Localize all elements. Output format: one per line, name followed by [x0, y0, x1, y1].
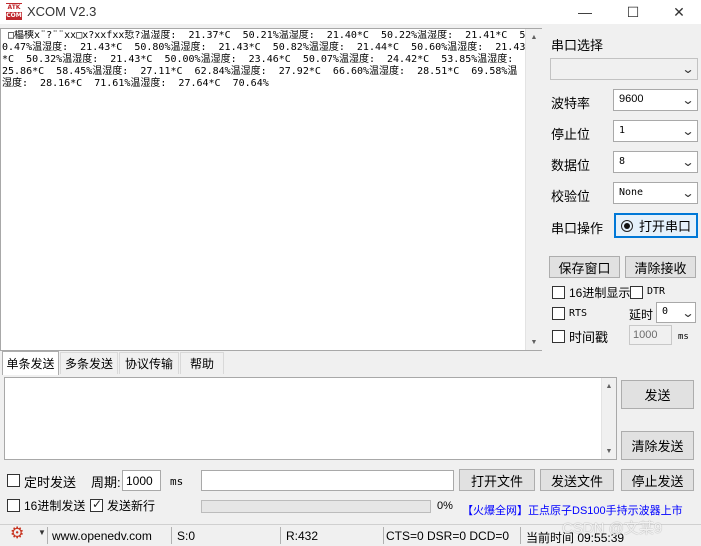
tab-multi-send[interactable]: 多条发送 — [60, 352, 118, 374]
website-link[interactable]: www.openedv.com — [52, 529, 152, 543]
close-icon: ✕ — [673, 3, 685, 20]
operation-label: 串口操作 — [551, 221, 604, 236]
open-file-button[interactable]: 打开文件 — [459, 469, 535, 491]
clear-receive-button[interactable]: 清除接收 — [625, 256, 696, 278]
rts-label: RTS — [569, 308, 588, 319]
timestamp-input[interactable]: 1000 — [629, 325, 672, 345]
maximize-button[interactable]: ☐ — [610, 0, 656, 24]
hex-send-label: 16进制发送 — [24, 499, 86, 513]
chevron-down-icon: ⌄ — [681, 93, 695, 107]
file-path-input[interactable] — [201, 470, 454, 491]
save-window-button[interactable]: 保存窗口 — [549, 256, 620, 278]
timed-send-label: 定时发送 — [24, 475, 77, 490]
parity-value: None — [619, 187, 644, 198]
send-button[interactable]: 发送 — [621, 380, 694, 409]
minimize-icon: — — [578, 4, 592, 20]
baud-value: 9600 — [619, 93, 644, 105]
tab-help[interactable]: 帮助 — [180, 352, 224, 374]
clear-send-button[interactable]: 清除发送 — [621, 431, 694, 460]
newline-checkbox[interactable] — [90, 497, 103, 512]
port-select[interactable]: ⌄ — [550, 58, 698, 80]
watermark: CSDN @文某9 — [562, 520, 663, 537]
tab-protocol[interactable]: 协议传输 — [119, 352, 179, 374]
period-value: 1000 — [126, 474, 153, 488]
maximize-icon: ☐ — [626, 3, 640, 20]
progress-text: 0% — [437, 500, 453, 512]
period-label: 周期: — [91, 475, 121, 490]
timed-send-checkbox[interactable] — [7, 474, 20, 487]
chevron-down-icon: ⌄ — [681, 186, 695, 200]
minimize-button[interactable]: — — [562, 0, 608, 24]
hex-send-checkbox[interactable] — [7, 499, 20, 512]
sent-count: S:0 — [177, 529, 196, 543]
stop-send-button[interactable]: 停止发送 — [621, 469, 694, 491]
ad-link[interactable]: 【火爆全网】正点原子DS100手持示波器上市 — [462, 502, 683, 518]
status-bar: ⚙ ▼ www.openedv.com S:0 R:432 CTS=0 DSR=… — [0, 520, 701, 545]
chevron-down-icon: ⌄ — [681, 155, 695, 169]
open-port-button[interactable]: 打开串口 — [614, 213, 698, 238]
dtr-checkbox[interactable] — [630, 286, 643, 299]
chevron-down-icon: ⌄ — [681, 306, 695, 320]
send-file-button[interactable]: 发送文件 — [540, 469, 614, 491]
scroll-down-icon[interactable]: ▼ — [526, 334, 542, 350]
dtr-label: DTR — [647, 286, 666, 297]
stopbits-select[interactable]: 1 ⌄ — [613, 120, 698, 142]
delay-value: 0 — [662, 306, 669, 317]
hex-display-checkbox[interactable] — [552, 286, 565, 299]
delay-select[interactable]: 0 ⌄ — [656, 302, 696, 323]
radio-button-icon — [620, 219, 633, 232]
timestamp-checkbox[interactable] — [552, 330, 565, 343]
parity-select[interactable]: None ⌄ — [613, 182, 698, 204]
scroll-up-icon[interactable]: ▲ — [526, 29, 542, 45]
databits-select[interactable]: 8 ⌄ — [613, 151, 698, 173]
gear-icon[interactable]: ⚙ — [10, 526, 24, 542]
databits-label: 数据位 — [551, 158, 591, 173]
open-port-label: 打开串口 — [638, 219, 691, 234]
hex-display-label: 16进制显示 — [569, 286, 631, 300]
stopbits-label: 停止位 — [551, 127, 591, 142]
delay-label: 延时 — [629, 308, 654, 322]
signal-status: CTS=0 DSR=0 DCD=0 — [386, 529, 510, 543]
chevron-down-icon[interactable]: ▼ — [38, 528, 46, 537]
stopbits-value: 1 — [619, 125, 626, 136]
port-select-label: 串口选择 — [551, 38, 604, 53]
period-input[interactable]: 1000 — [122, 470, 161, 491]
app-logo: ATK COM — [6, 3, 22, 20]
scroll-down-icon[interactable]: ▼ — [601, 443, 617, 459]
logo-top-text: ATK — [7, 4, 21, 11]
baud-select[interactable]: 9600 ⌄ — [613, 89, 698, 111]
databits-value: 8 — [619, 156, 626, 167]
period-unit: ms — [170, 475, 184, 488]
title-bar[interactable]: ATK COM XCOM V2.3 — ☐ ✕ — [0, 0, 701, 24]
timestamp-label: 时间戳 — [569, 330, 609, 345]
received-count: R:432 — [286, 529, 319, 543]
chevron-down-icon: ⌄ — [681, 124, 695, 138]
send-progress-bar — [201, 500, 431, 513]
receive-text: □橸樉x¨?¨¨xx□x?xxfxx悊?温湿度: 21.37*C 50.21%温… — [2, 30, 526, 89]
newline-label: 发送新行 — [107, 499, 156, 513]
scroll-up-icon[interactable]: ▲ — [601, 378, 617, 394]
parity-label: 校验位 — [551, 189, 591, 204]
timestamp-value: 1000 — [633, 329, 658, 341]
receive-scrollbar[interactable]: ▲ ▼ — [525, 29, 542, 350]
baud-label: 波特率 — [551, 96, 591, 111]
receive-area[interactable]: □橸樉x¨?¨¨xx□x?xxfxx悊?温湿度: 21.37*C 50.21%温… — [0, 28, 542, 351]
chevron-down-icon: ⌄ — [681, 62, 695, 76]
close-button[interactable]: ✕ — [656, 0, 701, 24]
timestamp-unit: ms — [678, 332, 689, 342]
window-title: XCOM V2.3 — [27, 4, 97, 19]
logo-bottom-text: COM — [6, 12, 22, 20]
tab-single-send[interactable]: 单条发送 — [2, 351, 59, 375]
send-scrollbar[interactable]: ▲ ▼ — [601, 378, 616, 459]
rts-checkbox[interactable] — [552, 307, 565, 320]
send-input[interactable]: ▲ ▼ — [4, 377, 617, 460]
